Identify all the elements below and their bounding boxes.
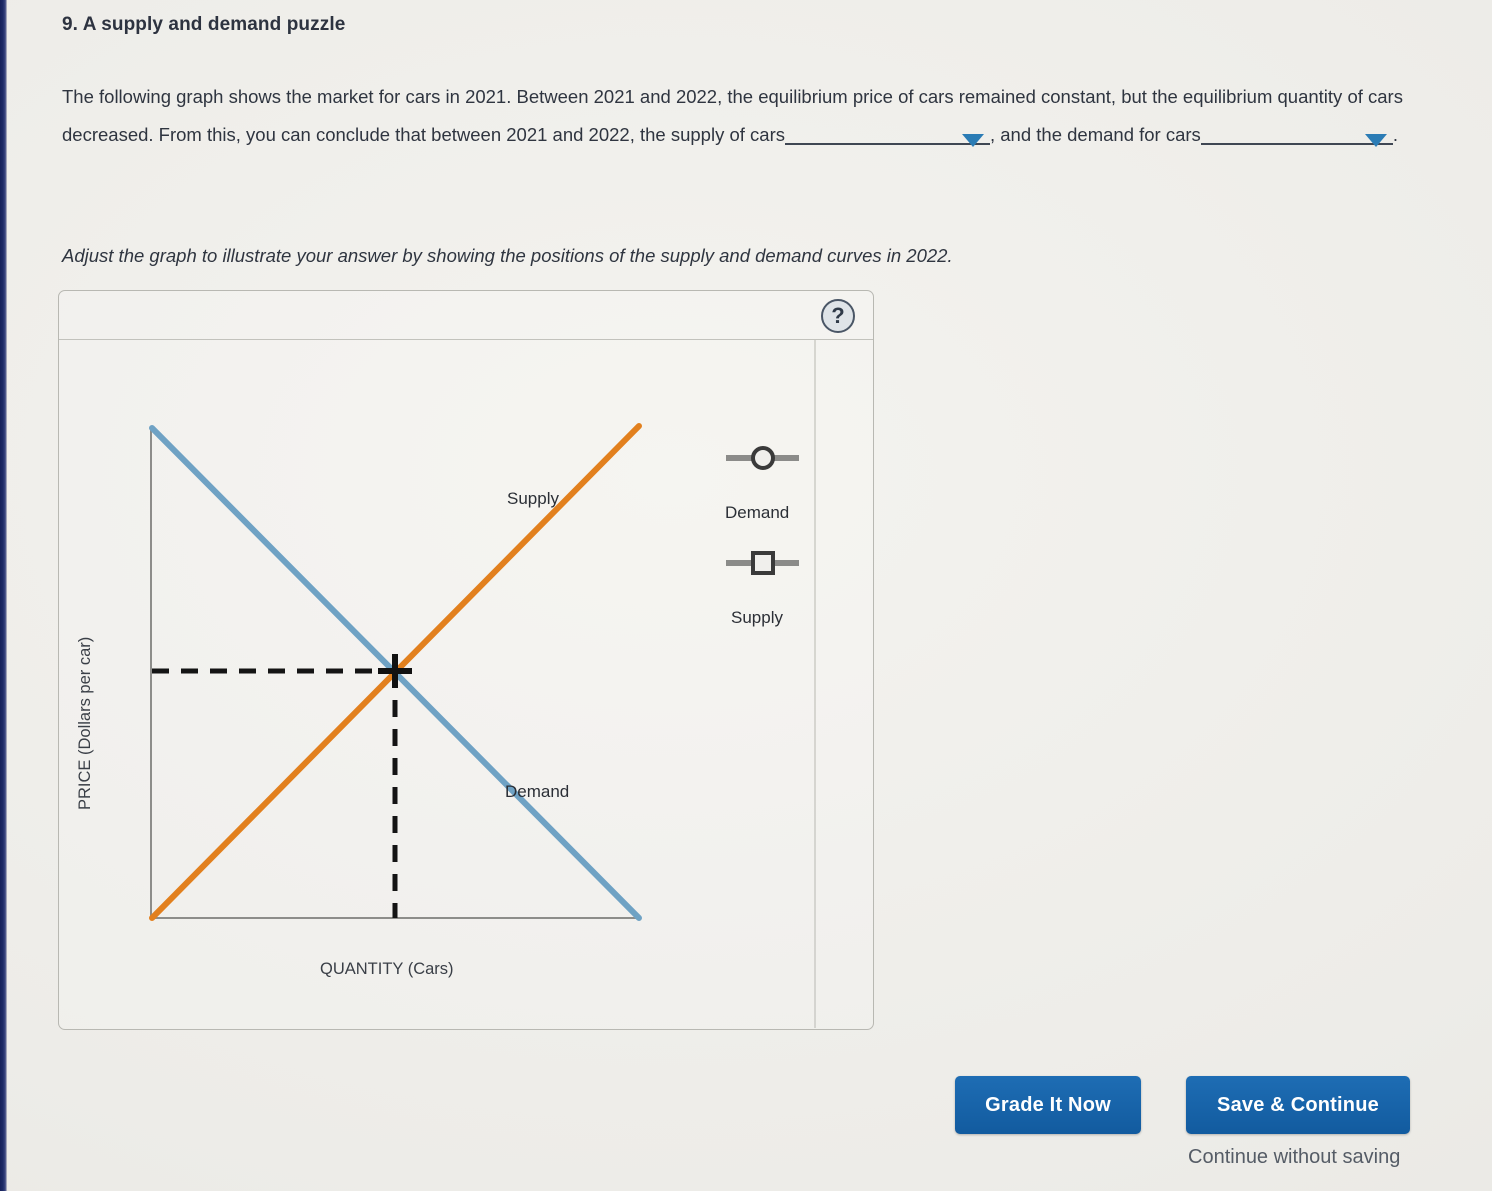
supply-demand-chart[interactable]: Supply Demand PRICE (Dollars per car) QU… bbox=[59, 340, 873, 1028]
dropdown-supply[interactable] bbox=[784, 116, 990, 154]
caret-down-icon bbox=[1364, 134, 1387, 147]
question-body: The following graph shows the market for… bbox=[62, 78, 1432, 154]
legend-control-supply[interactable]: Supply bbox=[726, 551, 799, 627]
continue-without-saving-link[interactable]: Continue without saving bbox=[1188, 1146, 1400, 1169]
dropdown-demand[interactable] bbox=[1200, 116, 1393, 154]
dropdown-supply-rule bbox=[784, 142, 990, 145]
legend-control-demand[interactable]: Demand bbox=[725, 446, 799, 522]
legend-label-supply: Supply bbox=[731, 608, 783, 627]
demand-slider-handle[interactable] bbox=[751, 446, 775, 470]
demand-curve-label: Demand bbox=[505, 782, 569, 801]
question-text-part2: , and the demand for cars bbox=[989, 124, 1201, 145]
help-icon[interactable]: ? bbox=[821, 299, 855, 333]
supply-slider-handle[interactable] bbox=[751, 551, 775, 575]
x-axis-title: QUANTITY (Cars) bbox=[320, 960, 454, 978]
y-axis-title: PRICE (Dollars per car) bbox=[76, 637, 94, 810]
page-edge-strip bbox=[0, 0, 7, 1191]
graph-panel-header: ? bbox=[59, 291, 873, 340]
legend-label-demand: Demand bbox=[725, 503, 789, 522]
caret-down-icon bbox=[961, 134, 984, 147]
supply-curve-label: Supply bbox=[507, 489, 559, 508]
graph-panel: ? Supply Demand PRICE (Dollars per car) … bbox=[58, 290, 874, 1030]
page-title: 9. A supply and demand puzzle bbox=[62, 14, 346, 35]
grade-it-now-button[interactable]: Grade It Now bbox=[955, 1076, 1141, 1134]
instruction-text: Adjust the graph to illustrate your answ… bbox=[62, 245, 953, 266]
question-text-part3: . bbox=[1392, 124, 1398, 145]
save-and-continue-button[interactable]: Save & Continue bbox=[1186, 1076, 1410, 1134]
